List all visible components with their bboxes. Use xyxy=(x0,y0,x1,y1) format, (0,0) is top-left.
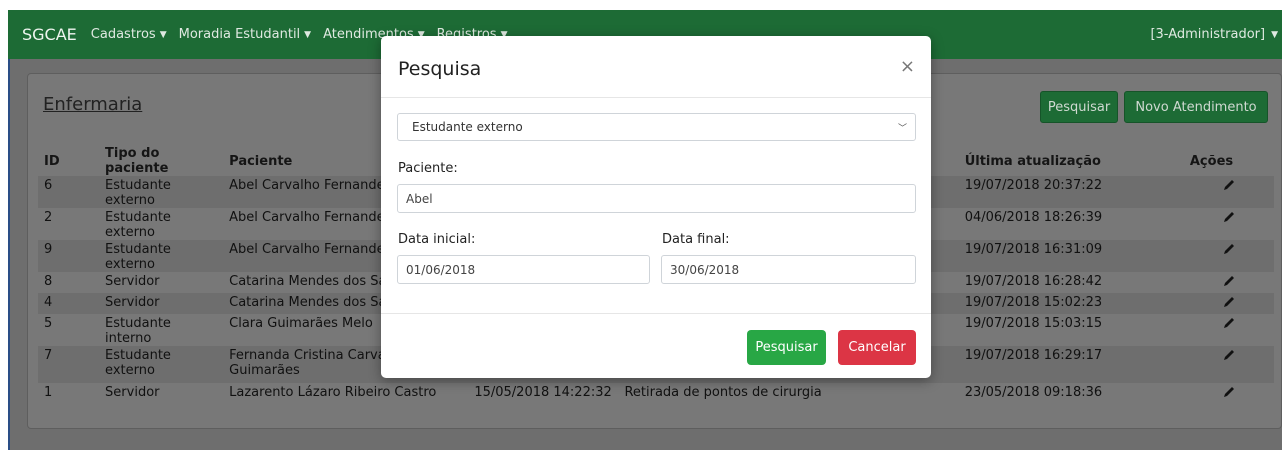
edit-icon[interactable] xyxy=(1222,297,1236,313)
cell-atualizacao: 19/07/2018 16:28:42 xyxy=(964,274,1103,289)
modal-divider xyxy=(381,97,931,98)
chevron-down-icon: ▼ xyxy=(1271,29,1278,40)
cell-acoes xyxy=(1183,293,1274,314)
patient-type-value: Estudante externo xyxy=(412,120,523,134)
cell-id: 1 xyxy=(44,385,53,400)
cell-id: 9 xyxy=(38,240,100,272)
edit-icon[interactable] xyxy=(1222,318,1236,334)
cell-id: 4 xyxy=(38,293,100,314)
cell-atualizacao: 04/06/2018 18:26:39 xyxy=(964,210,1103,225)
close-icon[interactable]: × xyxy=(900,56,915,77)
data-inicial-label: Data inicial: xyxy=(398,232,476,247)
modal-search-button[interactable]: Pesquisar xyxy=(747,330,826,365)
paciente-label: Paciente: xyxy=(398,161,458,176)
cell-tipo: Estudante externo xyxy=(99,240,224,272)
cell-atualizacao: 23/05/2018 09:18:36 xyxy=(964,385,1103,400)
cell-id: 8 xyxy=(44,274,53,289)
search-modal: Pesquisa × Estudante externo ﹀ Paciente:… xyxy=(381,36,931,378)
cell-tipo: Estudante interno xyxy=(105,316,171,346)
user-menu[interactable]: [3-Administrador] ▼ xyxy=(1150,10,1278,59)
col-header-atualizacao[interactable]: Última atualização xyxy=(959,146,1184,176)
data-final-label: Data final: xyxy=(662,232,730,247)
col-header-acoes: Ações xyxy=(1189,153,1234,169)
col-header-tipo[interactable]: Tipo do paciente xyxy=(99,146,223,176)
cell-motivo: Retirada de pontos de cirurgia xyxy=(624,385,822,400)
page-title: Enfermaria xyxy=(43,94,143,115)
chevron-down-icon: ▼ xyxy=(304,29,312,40)
edit-icon[interactable] xyxy=(1222,276,1236,292)
new-attendance-button[interactable]: Novo Atendimento xyxy=(1124,91,1268,123)
search-button[interactable]: Pesquisar xyxy=(1040,91,1118,123)
cell-tipo: Servidor xyxy=(99,293,224,314)
cell-tipo: Estudante externo xyxy=(99,346,224,383)
edit-icon[interactable] xyxy=(1222,387,1236,403)
nav-cadastros-label: Cadastros xyxy=(90,27,156,42)
cell-tipo: Servidor xyxy=(105,385,160,400)
data-final-input[interactable]: 30/06/2018 xyxy=(661,255,916,284)
chevron-down-icon: ▼ xyxy=(159,29,167,40)
col-header-id[interactable]: ID xyxy=(38,146,99,176)
cell-acoes xyxy=(1184,272,1274,293)
cell-acoes xyxy=(1184,208,1274,240)
app-brand[interactable]: SGCAE xyxy=(22,25,77,44)
cell-id: 7 xyxy=(38,346,100,383)
cell-acoes xyxy=(1184,383,1274,404)
cell-atualizacao: 19/07/2018 15:03:15 xyxy=(964,316,1103,331)
cell-atualizacao: 19/07/2018 16:31:09 xyxy=(958,240,1184,272)
cell-tipo: Estudante externo xyxy=(99,176,224,208)
cell-paciente: Lazarento Lázaro Ribeiro Castro xyxy=(229,385,437,400)
nav-moradia-label: Moradia Estudantil xyxy=(178,27,301,42)
cell-acoes xyxy=(1183,176,1274,208)
chevron-down-icon: ﹀ xyxy=(897,124,907,134)
modal-cancel-button[interactable]: Cancelar xyxy=(838,330,916,365)
edit-icon[interactable] xyxy=(1222,350,1236,366)
modal-title: Pesquisa xyxy=(398,58,482,80)
edit-icon[interactable] xyxy=(1222,212,1236,228)
cell-id: 6 xyxy=(38,176,100,208)
cell-acoes xyxy=(1184,314,1274,346)
table-row[interactable]: 1 Servidor Lazarento Lázaro Ribeiro Castro… xyxy=(38,383,1274,404)
nav-cadastros[interactable]: Cadastros ▼ xyxy=(91,27,167,42)
cell-data: 15/05/2018 14:22:32 xyxy=(474,385,612,400)
cell-atualizacao: 19/07/2018 15:02:23 xyxy=(958,293,1184,314)
cell-tipo: Estudante externo xyxy=(105,210,171,240)
cell-id: 2 xyxy=(44,210,53,225)
cell-acoes xyxy=(1183,240,1274,272)
user-menu-label: [3-Administrador] xyxy=(1150,27,1266,42)
paciente-input[interactable]: Abel xyxy=(397,184,916,213)
patient-type-select[interactable]: Estudante externo ﹀ xyxy=(397,113,916,141)
cell-acoes xyxy=(1183,346,1274,383)
cell-id: 5 xyxy=(44,316,53,331)
nav-moradia[interactable]: Moradia Estudantil ▼ xyxy=(179,27,311,42)
data-inicial-input[interactable]: 01/06/2018 xyxy=(397,255,650,284)
cell-tipo: Servidor xyxy=(105,274,160,289)
cell-atualizacao: 19/07/2018 20:37:22 xyxy=(958,176,1184,208)
edit-icon[interactable] xyxy=(1222,180,1236,196)
cell-atualizacao: 19/07/2018 16:29:17 xyxy=(958,346,1184,383)
modal-divider xyxy=(381,313,931,314)
edit-icon[interactable] xyxy=(1222,244,1236,260)
